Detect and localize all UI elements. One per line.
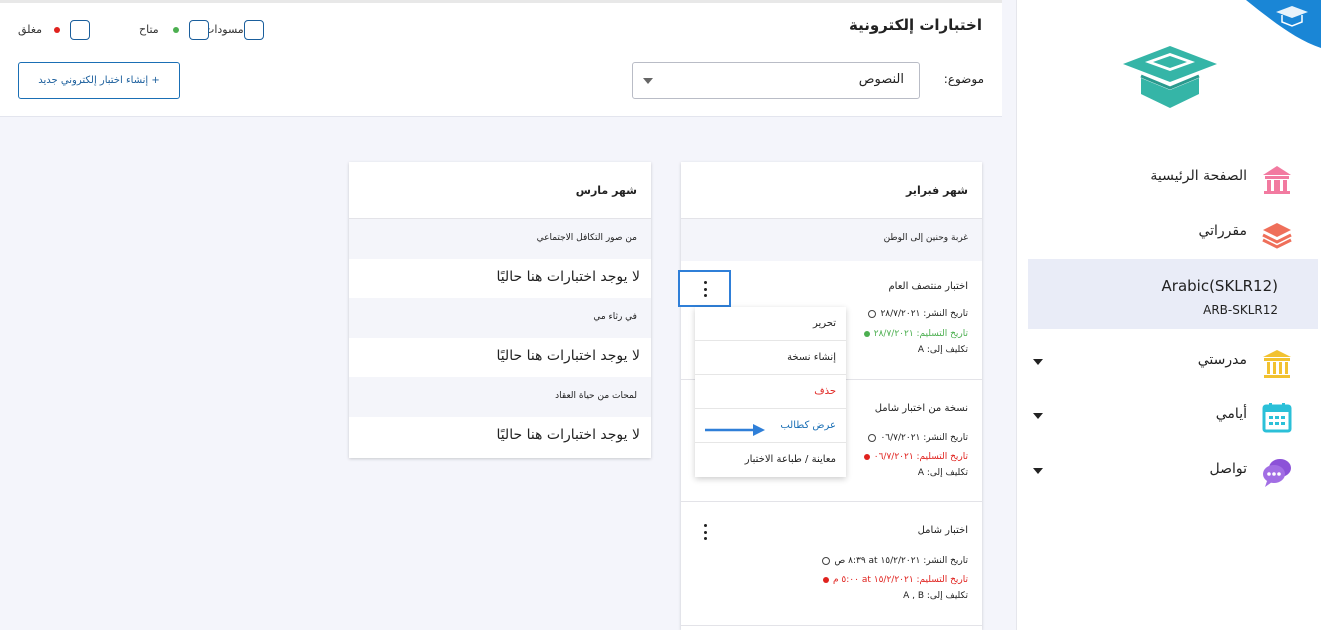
arrow-icon [705,424,765,436]
exam-title: اختبار شامل [917,525,968,536]
topic-select[interactable]: النصوص [632,62,920,99]
sidebar-item-my-days[interactable]: أيامي [1016,391,1321,441]
menu-item-delete[interactable]: حذف [695,375,846,409]
due-date: تاريخ التسليم: ١٥/٢/٢٠٢١ at ٥:٠٠ م [822,575,968,585]
logo-icon [1123,46,1217,108]
filter-drafts[interactable]: مسودات [204,19,264,41]
menu-item-preview-print[interactable]: معاينة / طباعة الاختبار [695,443,846,477]
sidebar-item-label: مقرراتي [1198,223,1247,239]
books-icon [1262,223,1292,249]
chevron-down-icon[interactable] [1033,359,1043,365]
status-filters: مسودات متاح مغلق [18,19,318,41]
clock-icon [822,557,831,565]
empty-state: لا يوجد اختبارات هنا حاليًا [349,259,651,298]
topic-select-value: النصوص [858,72,904,87]
filter-closed-label: مغلق [18,23,43,36]
sidebar-item-my-school[interactable]: مدرستي [1016,337,1321,387]
chevron-down-icon[interactable] [1033,413,1043,419]
course-name: Arabic(SKLR12) [1161,277,1278,295]
sidebar-item-my-courses[interactable]: مقرراتي [1016,208,1321,258]
empty-state: لا يوجد اختبارات هنا حاليًا [349,338,651,377]
menu-item-duplicate[interactable]: إنشاء نسخة [695,341,846,375]
exam-options-menu: تحرير إنشاء نسخة حذف عرض كطالب معاينة / … [695,307,846,477]
status-dot [863,331,870,337]
sidebar-item-communicate[interactable]: تواصل [1016,446,1321,496]
course-code: ARB-SKLR12 [1203,303,1278,317]
create-exam-button[interactable]: + إنشاء اختبار إلكتروني جديد [18,62,180,99]
topic-section: في رثاء مي [349,298,651,338]
filter-closed[interactable]: مغلق [18,19,90,41]
available-checkbox[interactable] [189,20,209,40]
home-icon [1263,166,1291,194]
more-options-icon[interactable] [699,279,711,299]
empty-state: لا يوجد اختبارات هنا حاليًا [349,417,651,456]
exam-item[interactable]: اختبار شامل تاريخ النشر: ١٥/٢/٢٠٢١ at ٨:… [681,502,982,626]
page-title: اختبارات إلكترونية [848,16,982,34]
filter-available[interactable]: متاح [139,19,209,41]
chevron-down-icon [643,78,653,84]
due-date: تاريخ التسليم: ٠٦/٧/٢٠٢١ [863,452,968,462]
available-dot [173,27,179,33]
filter-drafts-label: مسودات [204,23,244,36]
sidebar-item-label: تواصل [1209,461,1247,477]
closed-dot [54,27,60,33]
chevron-down-icon[interactable] [1033,468,1043,474]
more-options-icon[interactable] [699,522,711,542]
chat-icon [1263,459,1291,487]
publish-date: تاريخ النشر: ١٥/٢/٢٠٢١ at ٨:٣٩ ص [822,556,968,566]
topic-section: غربة وحنين إلى الوطن [681,219,982,261]
clock-icon [868,434,877,442]
clock-icon [868,310,877,318]
sidebar: الصفحة الرئيسية مقرراتي Arabic(SKLR12) A… [1016,0,1321,630]
sidebar-item-label: الصفحة الرئيسية [1150,168,1247,184]
topic-label: موضوع: [943,72,984,86]
status-dot [863,454,870,460]
drafts-checkbox[interactable] [244,20,264,40]
assigned-to: تكليف إلى: A [917,468,968,478]
assigned-to: تكليف إلى: A , B [903,591,968,601]
month-title: شهر مارس [349,162,651,219]
status-dot [822,577,829,583]
calendar-icon [1262,403,1292,433]
month-title: شهر فبراير [681,162,982,219]
sidebar-item-label: أيامي [1215,406,1247,422]
closed-checkbox[interactable] [70,20,90,40]
due-date: تاريخ التسليم: ٢٨/٧/٢٠٢١ [863,329,968,339]
top-bar: اختبارات إلكترونية مسودات متاح مغلق موضو… [0,0,1002,117]
sidebar-item-home[interactable]: الصفحة الرئيسية [1016,153,1321,203]
active-course[interactable]: Arabic(SKLR12) ARB-SKLR12 [1028,259,1318,329]
topic-section: من صور التكافل الاجتماعي [349,219,651,259]
main-area: اختبارات إلكترونية مسودات متاح مغلق موضو… [0,0,1002,630]
app-root: اختبارات إلكترونية مسودات متاح مغلق موضو… [0,0,1321,630]
publish-date: تاريخ النشر: ٠٦/٧/٢٠٢١ [868,433,968,443]
publish-date: تاريخ النشر: ٢٨/٧/٢٠٢١ [868,309,968,319]
exam-title: نسخة من اختبار شامل [874,403,968,414]
school-icon [1263,350,1291,378]
corner-badge-icon [1246,0,1321,48]
exam-title: اختبار منتصف العام [888,281,968,292]
assigned-to: تكليف إلى: A [917,345,968,355]
highlighted-options-button[interactable] [678,270,731,307]
sidebar-item-label: مدرستي [1197,352,1247,368]
month-card-march: شهر مارس من صور التكافل الاجتماعي لا يوج… [349,162,651,458]
topic-section: لمحات من حياة العقاد [349,377,651,417]
filter-available-label: متاح [139,23,159,36]
menu-item-edit[interactable]: تحرير [695,307,846,341]
